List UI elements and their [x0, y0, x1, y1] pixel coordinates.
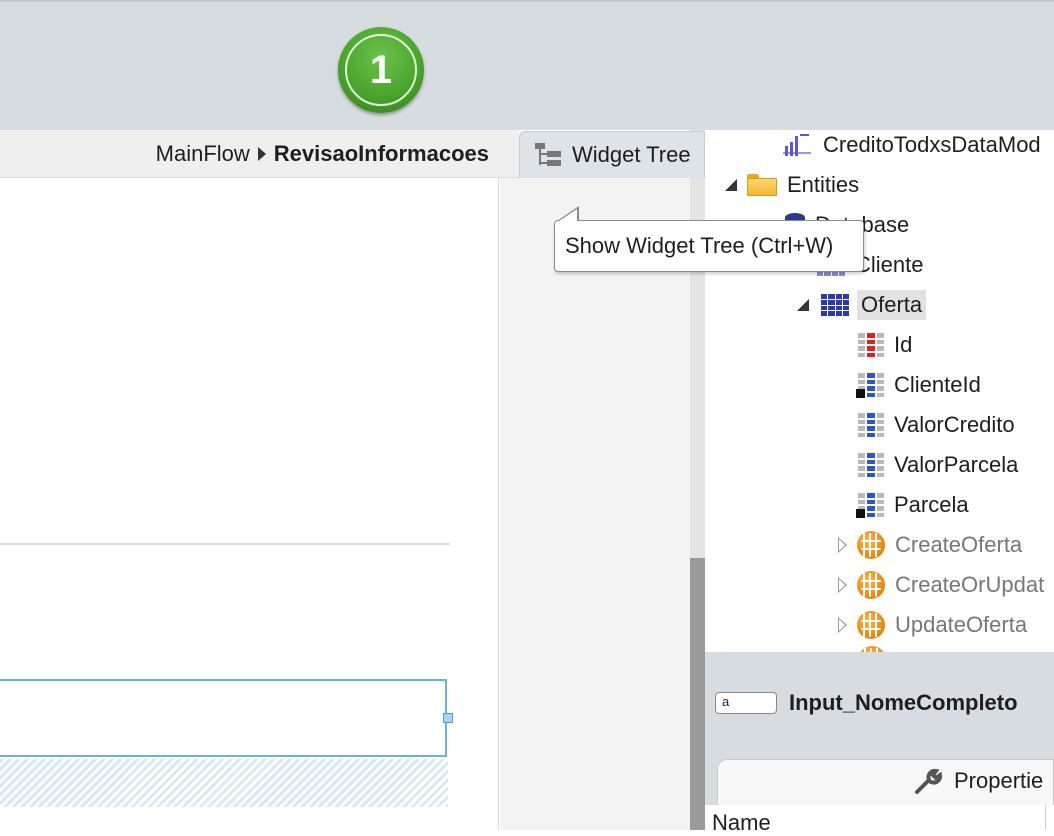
- breadcrumb: MainFlow RevisaoInformacoes: [156, 141, 489, 167]
- tree-item-data-model[interactable]: CreditoTodxsDataMod: [783, 130, 1041, 163]
- widget-tree-icon: [535, 143, 561, 166]
- foreign-key-attribute-icon: [856, 373, 884, 398]
- expand-open-icon[interactable]: [797, 299, 809, 311]
- property-name-label: Name: [712, 810, 771, 835]
- breadcrumb-flow[interactable]: MainFlow: [156, 141, 250, 167]
- folder-icon: [747, 174, 777, 196]
- placeholder-drop-area[interactable]: [0, 759, 448, 807]
- tree-item-valorcredito[interactable]: ValorCredito: [858, 407, 1015, 443]
- tree-item-createoferta[interactable]: CreateOferta: [838, 527, 1022, 563]
- side-panel-gap: [500, 178, 690, 830]
- scrollbar-thumb[interactable]: [690, 558, 705, 830]
- tree-item-label: ClienteId: [894, 372, 981, 397]
- tree-item-valorparcela[interactable]: ValorParcela: [858, 447, 1018, 483]
- selected-widget-header: a Input_NomeCompleto: [715, 690, 1018, 716]
- tree-item-label: Oferta: [857, 290, 927, 320]
- tree-item-createorupdate[interactable]: CreateOrUpdat: [838, 567, 1044, 603]
- entity-action-icon: [857, 531, 885, 559]
- tree-item-label: Entities: [787, 172, 860, 197]
- breadcrumb-bar: MainFlow RevisaoInformacoes: [0, 130, 519, 178]
- primary-key-attribute-icon: [858, 333, 884, 357]
- wrench-icon: [915, 768, 943, 794]
- input-widget-icon: a: [715, 692, 777, 714]
- tree-item-label: Cliente: [855, 252, 924, 277]
- tree-item-entities[interactable]: Entities: [725, 167, 859, 203]
- step-number: 1: [345, 34, 417, 106]
- tree-item-label: CreateOrUpdat: [895, 572, 1045, 597]
- expand-closed-icon[interactable]: [838, 617, 847, 633]
- module-tree[interactable]: CreditoTodxsDataMod Entities Database Cl…: [705, 130, 1054, 652]
- step-badge[interactable]: 1: [338, 27, 424, 113]
- attribute-icon: [858, 453, 884, 477]
- tooltip-text: Show Widget Tree (Ctrl+W): [565, 233, 834, 258]
- tree-item-label: UpdateOferta: [895, 612, 1028, 637]
- tree-item-id[interactable]: Id: [858, 327, 912, 363]
- tree-item-parcela[interactable]: Parcela: [856, 487, 969, 523]
- tooltip: Show Widget Tree (Ctrl+W): [554, 220, 864, 272]
- property-column-divider: [1045, 805, 1046, 830]
- tree-item-clienteid[interactable]: ClienteId: [856, 367, 981, 403]
- tooltip-pointer-fill: [559, 209, 577, 221]
- entity-action-icon: [857, 611, 885, 639]
- data-model-icon: [783, 134, 811, 156]
- attribute-icon: [858, 413, 884, 437]
- foreign-key-attribute-icon: [856, 493, 884, 518]
- canvas-divider: [0, 543, 450, 545]
- tree-item-label: Parcela: [894, 492, 969, 517]
- tree-item-updateoferta[interactable]: UpdateOferta: [838, 607, 1027, 643]
- top-toolbar: [0, 0, 1054, 130]
- widget-tree-tab-label: Widget Tree: [572, 142, 691, 167]
- tree-item-oferta[interactable]: Oferta: [797, 287, 927, 323]
- expand-closed-icon[interactable]: [838, 577, 847, 593]
- resize-handle[interactable]: [443, 713, 453, 723]
- breadcrumb-separator-icon: [257, 147, 266, 161]
- tree-item-label: Id: [894, 332, 913, 357]
- properties-tab-content[interactable]: Propertie: [914, 767, 1043, 795]
- tree-item-label: CreateOferta: [895, 532, 1023, 557]
- expand-open-icon[interactable]: [725, 179, 737, 191]
- widget-tree-tab[interactable]: Widget Tree: [519, 131, 705, 178]
- selected-input-widget[interactable]: [0, 679, 447, 757]
- properties-tab-label: Propertie: [954, 768, 1044, 793]
- expand-closed-icon[interactable]: [838, 537, 847, 553]
- selected-widget-name: Input_NomeCompleto: [789, 690, 1018, 715]
- tree-item-label: ValorCredito: [894, 412, 1015, 437]
- entity-action-icon: [857, 571, 885, 599]
- tree-item-label: CreditoTodxsDataMod: [823, 132, 1041, 157]
- breadcrumb-screen: RevisaoInformacoes: [273, 141, 489, 166]
- entity-icon: [821, 294, 849, 316]
- tree-item-label: ValorParcela: [894, 452, 1019, 477]
